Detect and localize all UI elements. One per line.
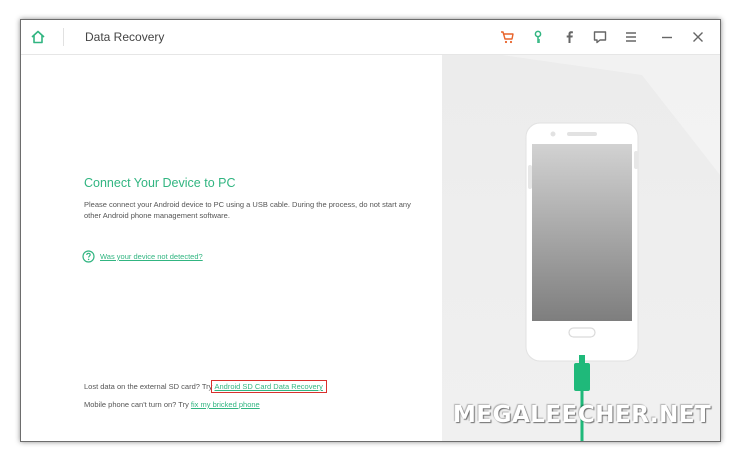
watermark: MEGALEECHER.NET [453, 402, 712, 428]
minimize-icon[interactable] [659, 29, 675, 45]
device-not-detected-link[interactable]: Was your device not detected? [100, 252, 203, 261]
device-illustration-panel [442, 55, 720, 441]
home-icon[interactable] [30, 29, 46, 45]
key-icon[interactable] [530, 29, 546, 45]
connect-heading: Connect Your Device to PC [84, 176, 236, 190]
bricked-phone-hint-text: Mobile phone can't turn on? Try [84, 400, 189, 409]
sd-card-hint: Lost data on the external SD card? Try A… [84, 380, 327, 393]
title-bar: Data Recovery [21, 20, 720, 55]
menu-icon[interactable] [623, 29, 639, 45]
app-window: Data Recovery Connect Your Device to PC … [20, 19, 721, 442]
usb-connector [574, 363, 590, 391]
connect-panel: Connect Your Device to PC Please connect… [21, 55, 442, 441]
facebook-icon[interactable] [561, 29, 577, 45]
close-icon[interactable] [690, 29, 706, 45]
feedback-icon[interactable] [592, 29, 608, 45]
sd-card-hint-text: Lost data on the external SD card? Try [84, 382, 213, 391]
question-icon [82, 250, 95, 263]
title-divider [63, 28, 64, 46]
sd-card-recovery-link[interactable]: Android SD Card Data Recovery [215, 382, 323, 391]
sd-recovery-highlight: Android SD Card Data Recovery [210, 380, 327, 393]
bricked-phone-hint: Mobile phone can't turn on? Try fix my b… [84, 400, 260, 409]
cart-icon[interactable] [499, 29, 515, 45]
connect-description: Please connect your Android device to PC… [84, 200, 411, 220]
fix-bricked-phone-link[interactable]: fix my bricked phone [191, 400, 260, 409]
phone-illustration [502, 55, 720, 441]
app-title: Data Recovery [85, 30, 165, 44]
phone-screen [532, 144, 632, 321]
